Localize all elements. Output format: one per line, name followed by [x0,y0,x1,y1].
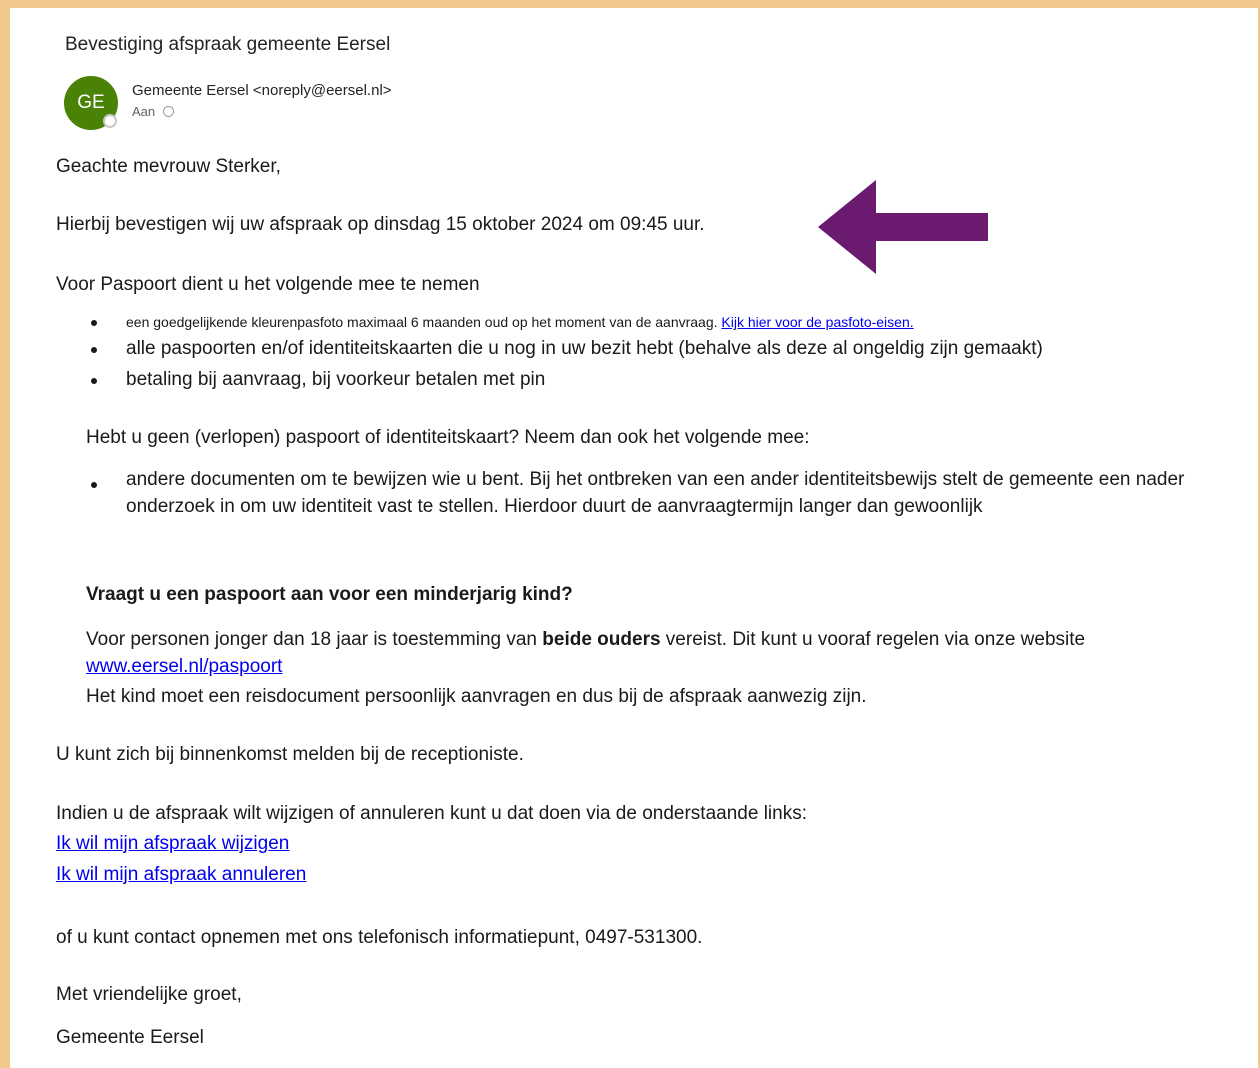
change-appointment-link[interactable]: Ik wil mijn afspraak wijzigen [56,833,289,855]
minor-text-before: Voor personen jonger dan 18 jaar is toes… [86,629,543,650]
signature-text: Gemeente Eersel [56,1027,204,1048]
passport-website-link[interactable]: www.eersel.nl/paspoort [86,656,282,677]
minor-text-bold: beide ouders [542,629,661,650]
bullet-icon [91,482,97,488]
change-intro-text: Indien u de afspraak wilt wijzigen of an… [56,803,807,824]
recipient-presence-icon [163,106,175,117]
confirmation-text: Hierbij bevestigen wij uw afspraak op di… [56,214,705,235]
minor-heading: Vraagt u een paspoort aan voor een minde… [86,584,573,605]
bullet-icon [91,347,97,353]
minor-text-after: vereist. Dit kunt u vooraf regelen via o… [660,629,1086,650]
no-passport-question: Hebt u geen (verlopen) paspoort of ident… [86,427,810,448]
no-passport-bullet: andere documenten om te bewijzen wie u b… [126,469,1185,517]
cancel-appointment-link[interactable]: Ik wil mijn afspraak annuleren [56,864,306,886]
minor-child-text: Het kind moet een reisdocument persoonli… [86,686,867,707]
to-label: Aan [132,104,156,119]
left-arrow-icon [818,180,988,274]
bullet-photo-text: een goedgelijkende kleurenpasfoto maxima… [126,314,722,330]
greeting: Geachte mevrouw Sterker, [56,156,281,177]
closing-text: Met vriendelijke groet, [56,984,242,1005]
minor-text: Voor personen jonger dan 18 jaar is toes… [86,626,1206,680]
photo-requirements-link[interactable]: Kijk hier voor de pasfoto-eisen. [721,314,913,330]
bullet-photo: een goedgelijkende kleurenpasfoto maxima… [126,314,914,330]
requirements-intro: Voor Paspoort dient u het volgende mee t… [56,274,480,295]
email-subject: Bevestiging afspraak gemeente Eersel [65,34,391,55]
presence-status-icon [103,114,117,128]
bullet-documents: alle paspoorten en/of identiteitskaarten… [126,338,1043,359]
reception-text: U kunt zich bij binnenkomst melden bij d… [56,744,524,765]
bullet-icon [91,378,97,384]
bullet-payment: betaling bij aanvraag, bij voorkeur beta… [126,369,546,390]
contact-text: of u kunt contact opnemen met ons telefo… [56,927,703,948]
bullet-icon [91,320,97,326]
recipient-line[interactable]: Aan [132,104,175,119]
sender-name[interactable]: Gemeente Eersel <noreply@eersel.nl> [132,82,392,99]
